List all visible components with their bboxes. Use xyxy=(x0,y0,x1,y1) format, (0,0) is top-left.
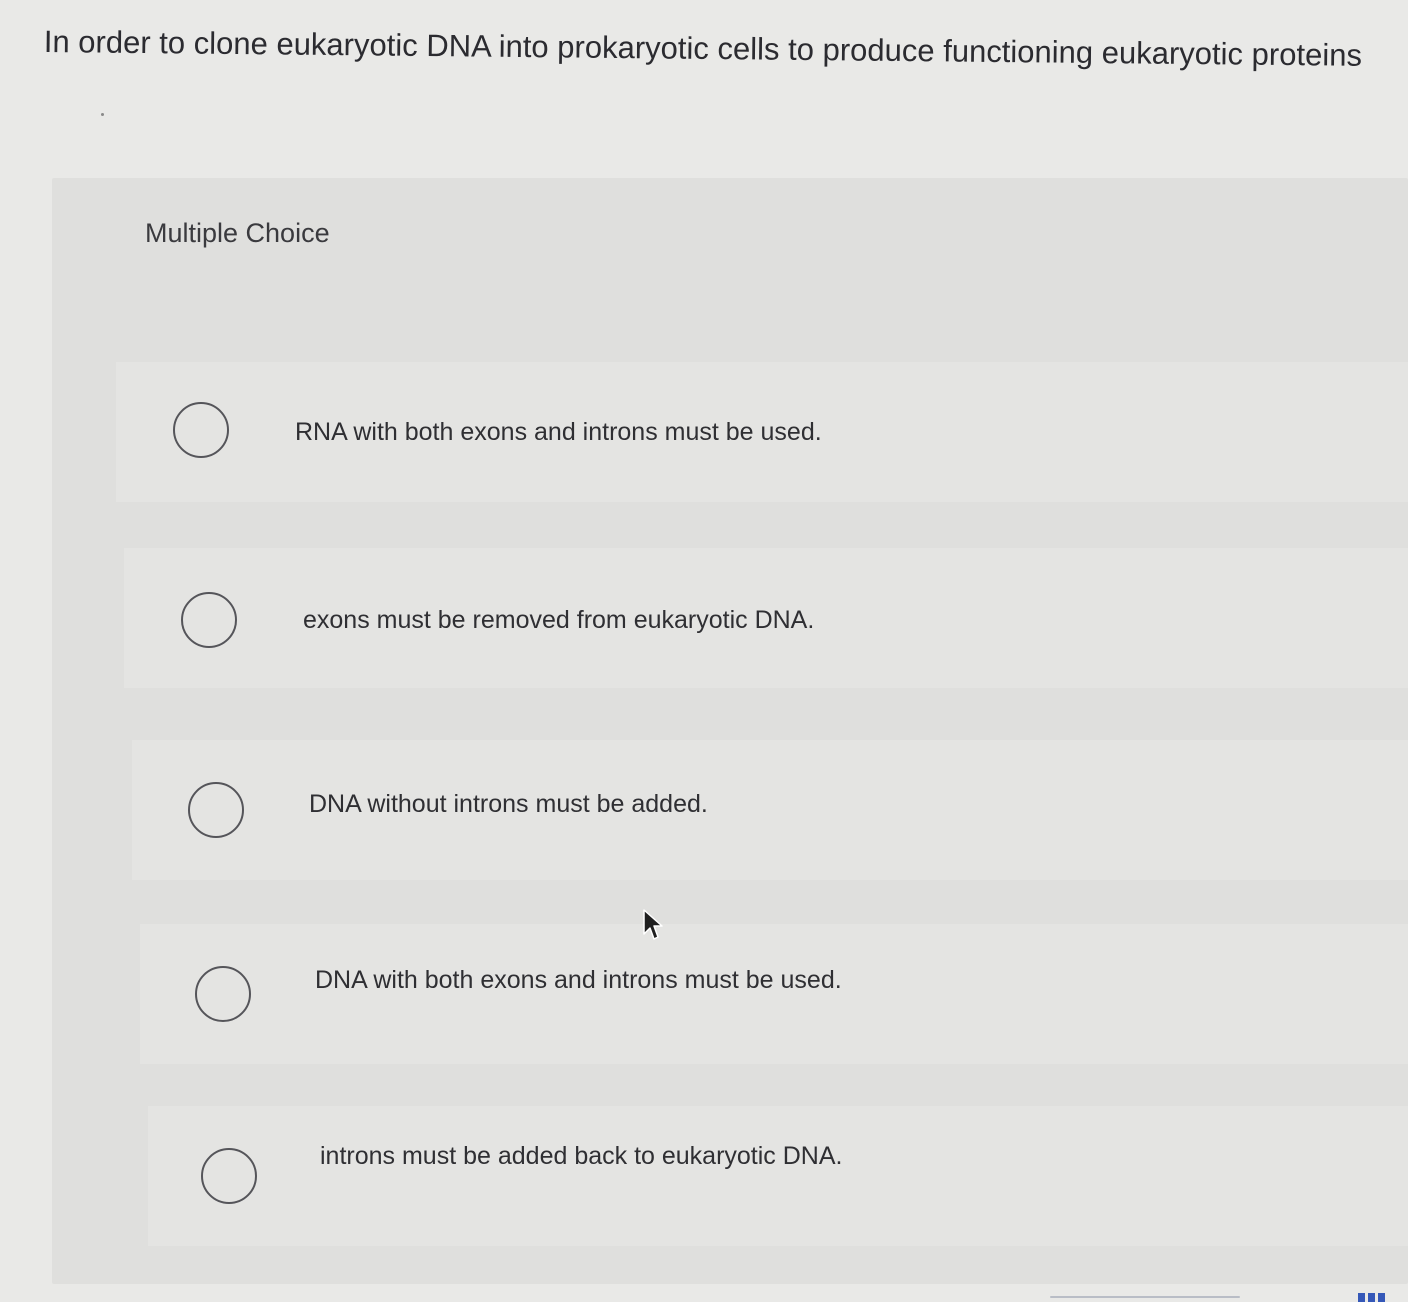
radio-circle-icon[interactable] xyxy=(201,1148,257,1204)
corner-grid-icon xyxy=(1358,1293,1388,1302)
mouse-pointer-icon xyxy=(643,909,663,940)
option-label[interactable]: exons must be removed from eukaryotic DN… xyxy=(303,606,814,635)
multiple-choice-label: Multiple Choice xyxy=(145,218,330,248)
question-text: In order to clone eukaryotic DNA into pr… xyxy=(43,24,1363,73)
option-row-5[interactable]: introns must be added back to eukaryotic… xyxy=(148,1106,1408,1246)
option-label[interactable]: introns must be added back to eukaryotic… xyxy=(320,1142,843,1171)
bottom-edge-line xyxy=(1050,1296,1240,1298)
radio-circle-icon[interactable] xyxy=(181,592,237,648)
option-label[interactable]: RNA with both exons and introns must be … xyxy=(295,418,822,447)
option-row-3[interactable]: DNA without introns must be added. xyxy=(132,740,1408,880)
option-label[interactable]: DNA with both exons and introns must be … xyxy=(315,966,842,995)
stray-mark xyxy=(101,113,104,116)
radio-circle-icon[interactable] xyxy=(173,402,229,458)
radio-circle-icon[interactable] xyxy=(188,782,244,838)
radio-circle-icon[interactable] xyxy=(195,966,251,1022)
option-label[interactable]: DNA without introns must be added. xyxy=(309,790,708,819)
option-row-2[interactable]: exons must be removed from eukaryotic DN… xyxy=(124,548,1408,688)
option-row-4[interactable]: DNA with both exons and introns must be … xyxy=(140,924,1408,1064)
option-row-1[interactable]: RNA with both exons and introns must be … xyxy=(116,362,1408,502)
